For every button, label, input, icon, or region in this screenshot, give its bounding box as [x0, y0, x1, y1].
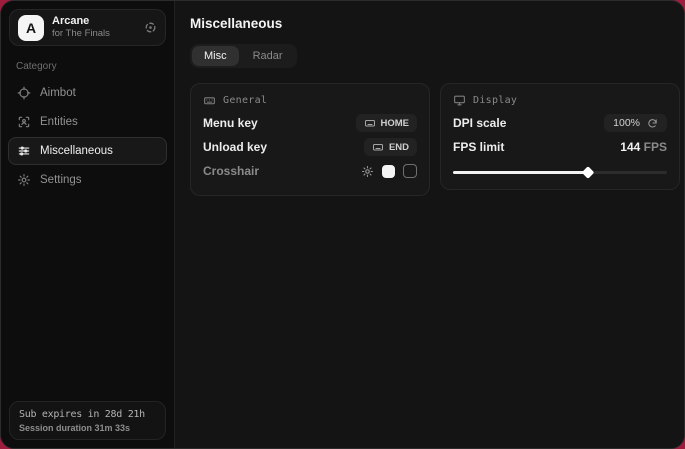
brand-logo: A — [18, 15, 44, 41]
crosshair-icon — [17, 86, 31, 100]
menu-key-value: HOME — [381, 118, 410, 129]
app-window: A Arcane for The Finals Category — [0, 0, 685, 449]
fps-limit-value: 144 — [620, 140, 640, 154]
dropdown-refresh-icon — [647, 118, 658, 129]
menu-key-label: Menu key — [203, 116, 258, 130]
fps-limit-row: FPS limit 144 FPS — [453, 135, 667, 159]
session-duration-text: Session duration 31m 33s — [19, 423, 156, 433]
sidebar-item-label: Miscellaneous — [40, 145, 113, 157]
general-card: General Menu key HOME Unload key — [190, 83, 430, 196]
cards-row: General Menu key HOME Unload key — [190, 83, 680, 196]
keyboard-icon — [372, 141, 384, 153]
sync-icon[interactable] — [144, 21, 157, 34]
tab-group: Misc Radar — [190, 44, 297, 68]
gear-icon — [17, 173, 31, 187]
fps-limit-slider[interactable] — [453, 168, 667, 177]
brand-subtitle: for The Finals — [52, 28, 136, 39]
dpi-scale-label: DPI scale — [453, 116, 506, 130]
keyboard-icon — [203, 94, 216, 107]
category-nav: Aimbot Entities Miscella — [1, 79, 174, 194]
card-title: Display — [473, 95, 517, 106]
fps-limit-label: FPS limit — [453, 140, 504, 154]
sidebar-item-settings[interactable]: Settings — [8, 166, 167, 194]
tab-misc[interactable]: Misc — [192, 46, 239, 66]
sidebar-item-label: Settings — [40, 174, 82, 186]
crosshair-label: Crosshair — [203, 164, 259, 178]
sidebar-item-entities[interactable]: Entities — [8, 108, 167, 136]
category-label: Category — [16, 61, 174, 72]
dpi-scale-value: 100% — [613, 117, 640, 129]
menu-key-button[interactable]: HOME — [356, 114, 418, 132]
brand-name: Arcane — [52, 15, 136, 28]
unload-key-button[interactable]: END — [364, 138, 417, 156]
crosshair-settings-gear-icon[interactable] — [361, 165, 374, 178]
brand-card: A Arcane for The Finals — [9, 9, 166, 46]
sidebar-item-miscellaneous[interactable]: Miscellaneous — [8, 137, 167, 165]
unload-key-value: END — [389, 142, 409, 153]
monitor-icon — [453, 94, 466, 107]
card-title: General — [223, 95, 267, 106]
unload-key-row: Unload key END — [203, 135, 417, 159]
crosshair-row: Crosshair — [203, 159, 417, 183]
sidebar: A Arcane for The Finals Category — [1, 1, 175, 448]
unload-key-label: Unload key — [203, 140, 267, 154]
sidebar-item-label: Aimbot — [40, 87, 76, 99]
crosshair-color-swatch[interactable] — [382, 165, 395, 178]
fps-unit: FPS — [644, 140, 667, 154]
sub-expires-text: Sub expires in 28d 21h — [19, 409, 156, 420]
sidebar-item-label: Entities — [40, 116, 78, 128]
fps-slider-fill — [453, 171, 588, 174]
entities-icon — [17, 115, 31, 129]
sidebar-item-aimbot[interactable]: Aimbot — [8, 79, 167, 107]
keyboard-icon — [364, 117, 376, 129]
crosshair-outline-swatch[interactable] — [403, 164, 417, 178]
dpi-scale-row: DPI scale 100% — [453, 111, 667, 135]
fps-slider-thumb[interactable] — [581, 166, 594, 179]
dpi-scale-select[interactable]: 100% — [604, 114, 667, 132]
page-title: Miscellaneous — [190, 16, 680, 31]
display-card: Display DPI scale 100% FPS limit — [440, 83, 680, 190]
menu-key-row: Menu key HOME — [203, 111, 417, 135]
tab-radar[interactable]: Radar — [241, 46, 295, 66]
subscription-info-card: Sub expires in 28d 21h Session duration … — [9, 401, 166, 440]
sliders-icon — [17, 144, 31, 158]
main-content: Miscellaneous Misc Radar General Menu ke… — [175, 1, 685, 448]
